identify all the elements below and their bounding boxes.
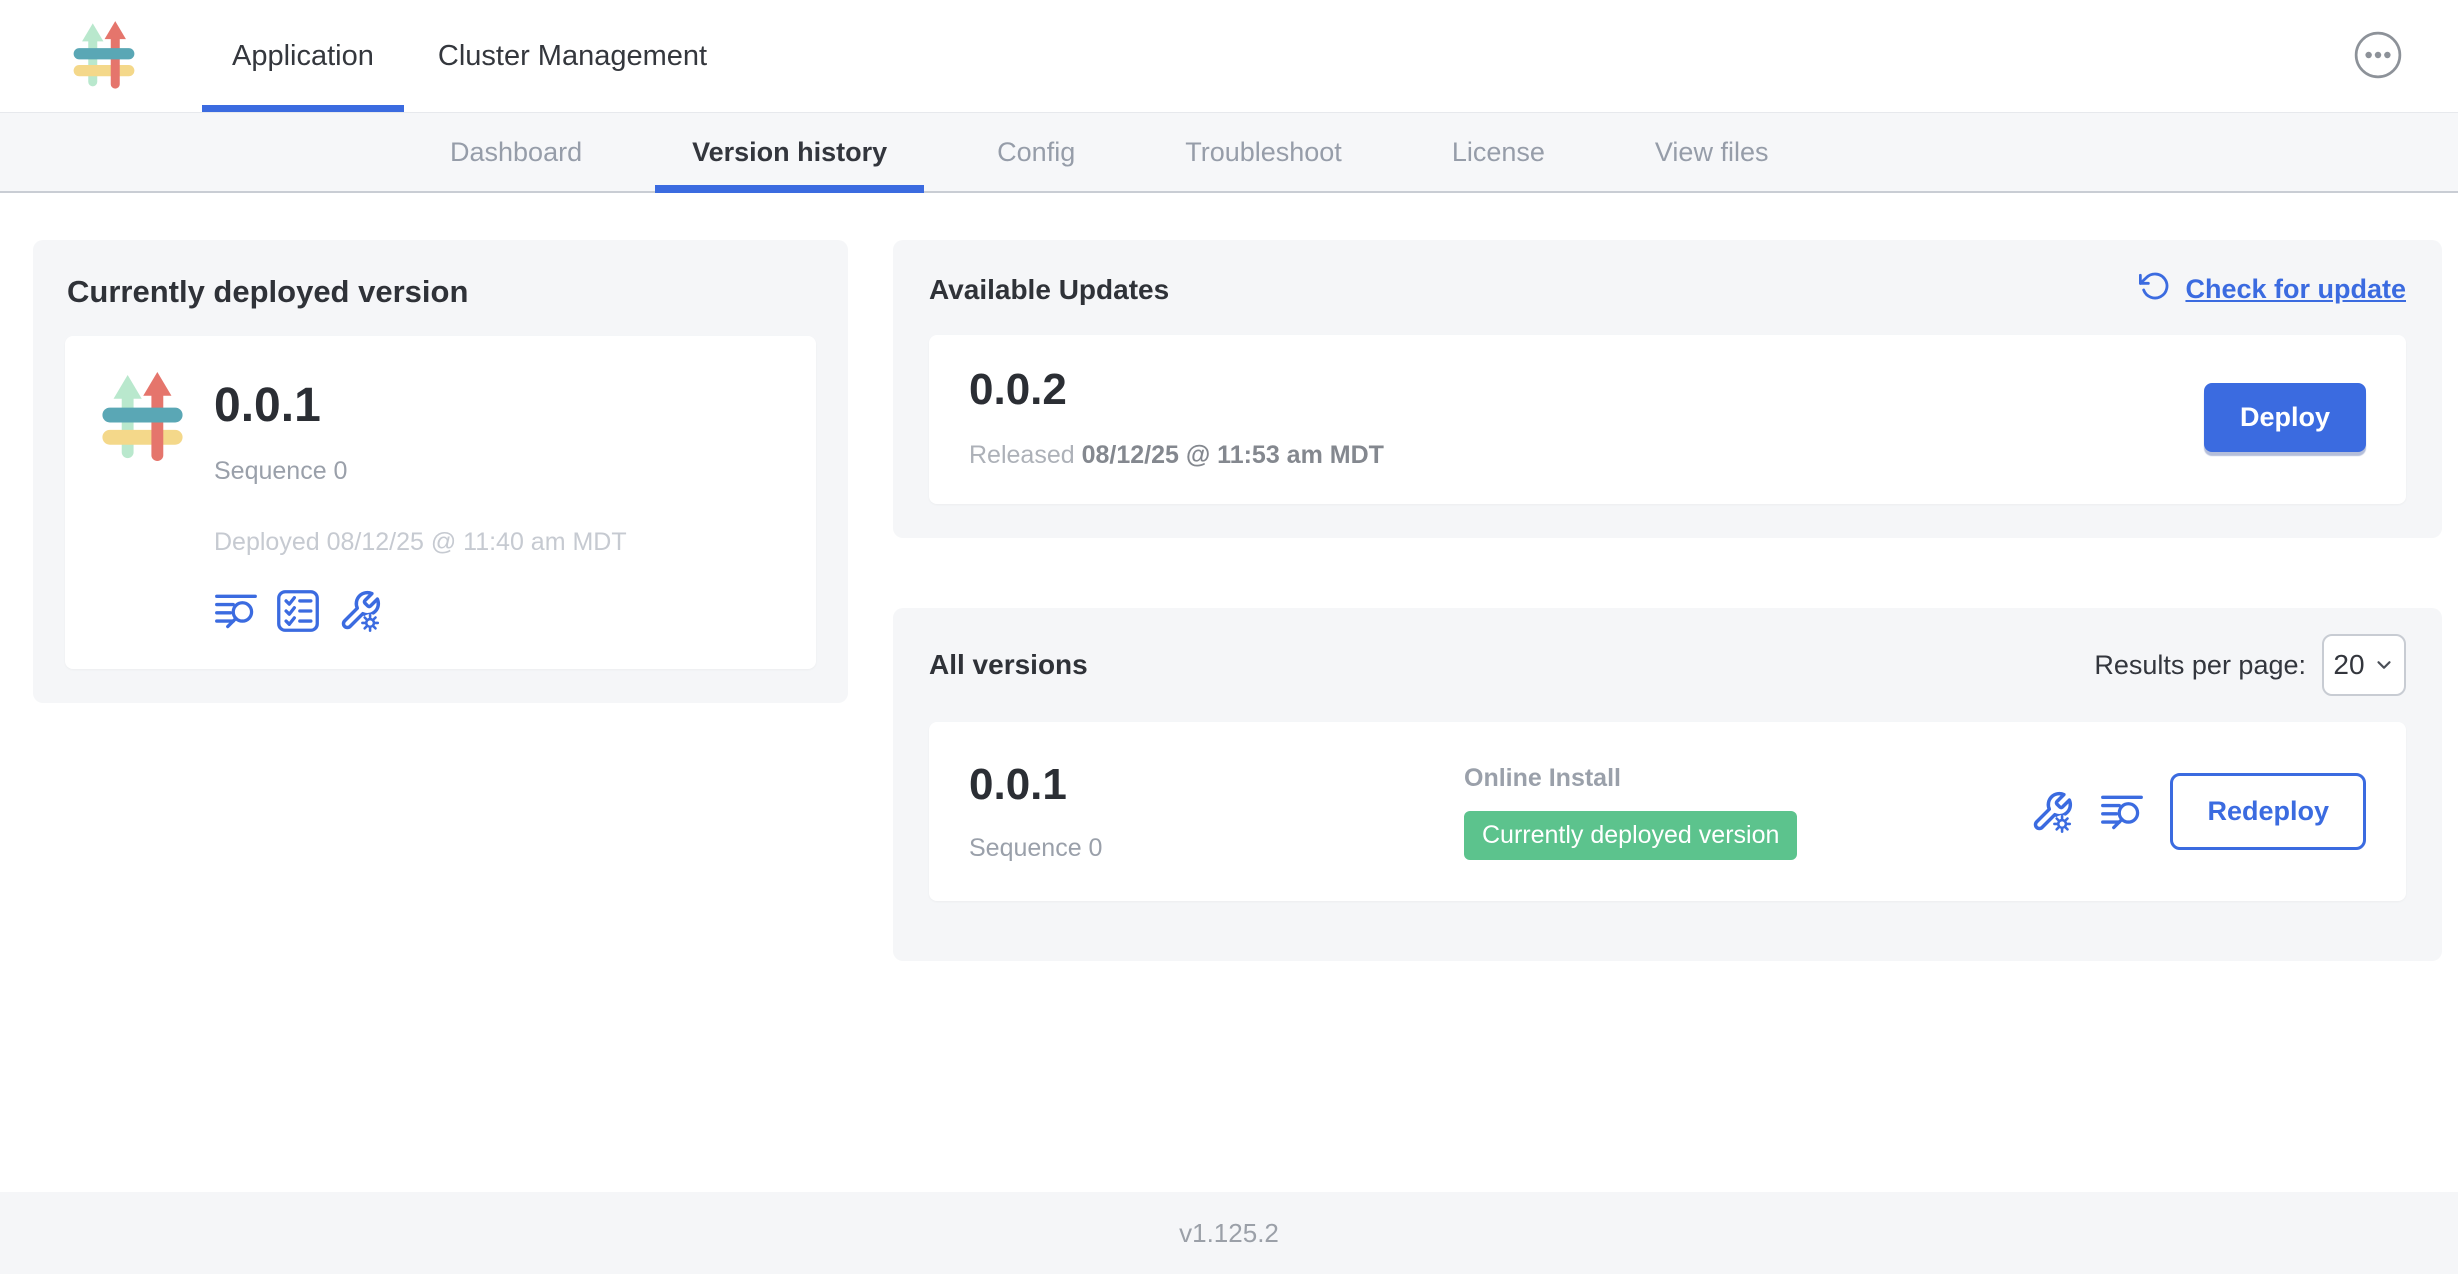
deployed-sequence: Sequence 0 xyxy=(214,457,627,486)
row-install-type: Online Install xyxy=(1464,764,2030,793)
ellipsis-circle-icon xyxy=(2353,30,2403,83)
subnav-tab-label: License xyxy=(1452,137,1545,168)
chevron-down-icon xyxy=(2373,650,2395,681)
nav-tab-cluster-management[interactable]: Cluster Management xyxy=(406,0,739,112)
console-version: v1.125.2 xyxy=(1179,1218,1279,1249)
subnav-tab-label: Version history xyxy=(692,137,887,168)
row-version-number: 0.0.1 xyxy=(969,760,1464,810)
preflight-checks-icon[interactable] xyxy=(276,589,320,633)
currently-deployed-badge: Currently deployed version xyxy=(1464,811,1797,860)
all-versions-title: All versions xyxy=(929,649,1088,681)
release-diff-icon[interactable] xyxy=(214,589,258,633)
config-wrench-icon[interactable] xyxy=(338,589,382,633)
kots-admin-console: Application Cluster Management Dashboard xyxy=(0,0,2458,1274)
check-for-update-link[interactable]: Check for update xyxy=(2139,270,2406,309)
nav-tab-application[interactable]: Application xyxy=(200,0,406,112)
available-update-row: 0.0.2 Released 08/12/25 @ 11:53 am MDT D… xyxy=(929,335,2406,504)
results-per-page-label: Results per page: xyxy=(2094,650,2306,681)
update-released-timestamp: Released 08/12/25 @ 11:53 am MDT xyxy=(969,441,1384,470)
app-subnav: Dashboard Version history Config Trouble… xyxy=(0,113,2458,193)
config-wrench-icon[interactable] xyxy=(2030,790,2074,834)
right-column: Available Updates Check for update xyxy=(893,240,2442,961)
subnav-tab-dashboard[interactable]: Dashboard xyxy=(395,113,637,191)
primary-nav: Application Cluster Management xyxy=(200,0,739,112)
app-logo-icon xyxy=(95,368,190,633)
version-row: 0.0.1 Sequence 0 Online Install Currentl… xyxy=(929,722,2406,901)
overflow-menu-button[interactable] xyxy=(2353,31,2403,81)
subnav-tab-version-history[interactable]: Version history xyxy=(637,113,942,191)
results-per-page-value: 20 xyxy=(2333,649,2364,681)
results-per-page-select[interactable]: 20 xyxy=(2322,634,2406,696)
deployed-timestamp: Deployed 08/12/25 @ 11:40 am MDT xyxy=(214,528,627,557)
subnav-tab-view-files[interactable]: View files xyxy=(1600,113,1824,191)
subnav-tab-label: View files xyxy=(1655,137,1769,168)
deploy-button[interactable]: Deploy xyxy=(2204,383,2366,452)
redeploy-button[interactable]: Redeploy xyxy=(2170,773,2366,850)
subnav-tab-license[interactable]: License xyxy=(1397,113,1600,191)
row-sequence: Sequence 0 xyxy=(969,834,1464,863)
deployed-version-actions xyxy=(214,589,627,633)
results-per-page: Results per page: 20 xyxy=(2094,634,2406,696)
nav-tab-label: Application xyxy=(232,40,374,73)
deployed-version-detail: 0.0.1 Sequence 0 Deployed 08/12/25 @ 11:… xyxy=(65,336,816,669)
subnav-tab-config[interactable]: Config xyxy=(942,113,1130,191)
available-updates-section: Available Updates Check for update xyxy=(893,240,2442,538)
subnav-tab-troubleshoot[interactable]: Troubleshoot xyxy=(1130,113,1397,191)
top-navbar: Application Cluster Management xyxy=(0,0,2458,113)
release-diff-icon[interactable] xyxy=(2100,790,2144,834)
app-logo-icon xyxy=(68,0,140,112)
refresh-rotate-ccw-icon xyxy=(2139,270,2171,309)
nav-tab-label: Cluster Management xyxy=(438,40,707,73)
subnav-tab-label: Dashboard xyxy=(450,137,582,168)
check-for-update-label: Check for update xyxy=(2185,274,2406,305)
main-content: Currently deployed version xyxy=(0,193,2458,1192)
currently-deployed-card: Currently deployed version xyxy=(33,240,848,703)
subnav-tab-label: Troubleshoot xyxy=(1185,137,1342,168)
row-actions: Redeploy xyxy=(2030,773,2366,850)
update-version-number: 0.0.2 xyxy=(969,365,1384,415)
available-updates-title: Available Updates xyxy=(929,274,1169,306)
app-footer: v1.125.2 xyxy=(0,1192,2458,1274)
all-versions-section: All versions Results per page: 20 xyxy=(893,608,2442,961)
subnav-tab-label: Config xyxy=(997,137,1075,168)
currently-deployed-title: Currently deployed version xyxy=(67,274,816,310)
deployed-version-number: 0.0.1 xyxy=(214,378,627,433)
navbar-spacer xyxy=(739,0,2353,112)
